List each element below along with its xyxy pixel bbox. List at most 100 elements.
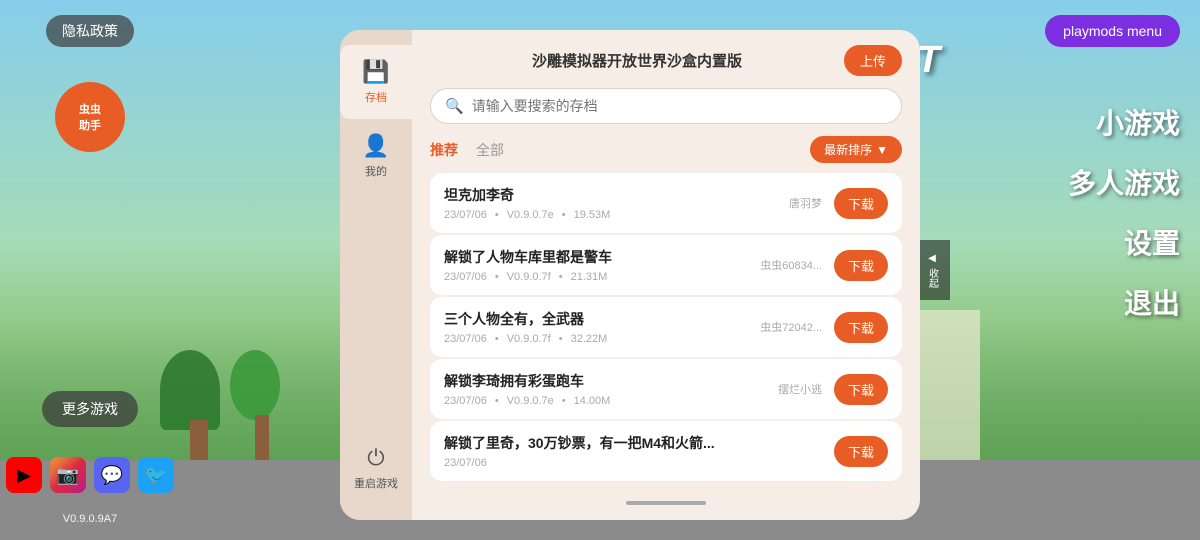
save-name-2: 三个人物全有，全武器 [444, 309, 760, 329]
filter-row: 推荐 全部 最新排序 ▼ [430, 136, 902, 163]
save-name-3: 解锁李琦拥有彩蛋跑车 [444, 371, 778, 391]
user-icon: 👤 [362, 133, 389, 159]
modal-panel: 💾 存档 👤 我的 ⏻ 重启游戏 沙雕模拟器开放世界沙盒内置版 上传 🔍 推荐 … [340, 30, 920, 520]
more-games-button[interactable]: 更多游戏 [42, 391, 138, 427]
save-date-4: 23/07/06 [444, 457, 487, 469]
filter-tab-all[interactable]: 全部 [476, 140, 504, 160]
instagram-icon-symbol: 📷 [57, 465, 79, 486]
modal-main-content: 沙雕模拟器开放世界沙盒内置版 上传 🔍 推荐 全部 最新排序 ▼ 坦克加李奇 [412, 30, 920, 520]
sidebar-item-mine[interactable]: 👤 我的 [340, 119, 412, 193]
sidebar-item-mine-label: 我的 [365, 163, 387, 179]
search-icon: 🔍 [445, 97, 464, 115]
save-item-0[interactable]: 坦克加李奇 23/07/06 • V0.9.0.7e • 19.53M 唐羽梦 … [430, 173, 902, 233]
restart-icon: ⏻ [367, 445, 384, 471]
bug-helper-button[interactable]: 虫虫 助手 [55, 82, 125, 152]
save-dot2-3: • [562, 395, 566, 407]
save-meta-1: 23/07/06 • V0.9.0.7f • 21.31M [444, 271, 760, 283]
social-icons-row: ▶ 📷 💬 🐦 [6, 457, 174, 493]
save-author-3: 摆烂小逃 [778, 381, 822, 397]
search-bar: 🔍 [430, 88, 902, 124]
right-menu-items: 小游戏 多人游戏 设置 退出 [960, 102, 1180, 322]
collapse-icon: ◀ [928, 253, 936, 264]
save-meta-2: 23/07/06 • V0.9.0.7f • 32.22M [444, 333, 760, 345]
save-info-0: 坦克加李奇 23/07/06 • V0.9.0.7e • 19.53M [444, 185, 789, 221]
save-info-1: 解锁了人物车库里都是警车 23/07/06 • V0.9.0.7f • 21.3… [444, 247, 760, 283]
discord-icon[interactable]: 💬 [94, 457, 130, 493]
privacy-button[interactable]: 隐私政策 [46, 15, 134, 47]
menu-item-settings[interactable]: 设置 [1124, 222, 1180, 262]
save-name-1: 解锁了人物车库里都是警车 [444, 247, 760, 267]
youtube-icon[interactable]: ▶ [6, 457, 42, 493]
save-meta-3: 23/07/06 • V0.9.0.7e • 14.00M [444, 395, 778, 407]
discord-icon-symbol: 💬 [101, 465, 123, 486]
tree-decoration2 [230, 350, 280, 420]
save-info-4: 解锁了里奇，30万钞票，有一把M4和火箭... 23/07/06 [444, 433, 834, 469]
filter-tabs: 推荐 全部 [430, 140, 504, 160]
upload-button[interactable]: 上传 [844, 45, 902, 76]
save-size-2: 32.22M [571, 333, 608, 345]
save-item-4[interactable]: 解锁了里奇，30万钞票，有一把M4和火箭... 23/07/06 下载 [430, 421, 902, 481]
version-label: V0.9.0.9A7 [63, 513, 117, 525]
save-dot2-1: • [559, 271, 563, 283]
menu-item-multiplayer[interactable]: 多人游戏 [1068, 162, 1180, 202]
sidebar-item-restart[interactable]: ⏻ 重启游戏 [340, 431, 412, 505]
save-dot2-2: • [559, 333, 563, 345]
collapse-label: 收起 [925, 268, 940, 288]
save-version-0: V0.9.0.7e [507, 209, 554, 221]
save-dot-1: • [495, 271, 499, 283]
sidebar-item-saves[interactable]: 💾 存档 [340, 45, 412, 119]
save-date-1: 23/07/06 [444, 271, 487, 283]
save-dot-3: • [495, 395, 499, 407]
youtube-icon-symbol: ▶ [17, 465, 31, 486]
scroll-indicator [430, 493, 902, 505]
download-button-2[interactable]: 下载 [834, 312, 888, 343]
tree-trunk2 [255, 415, 269, 460]
save-list: 坦克加李奇 23/07/06 • V0.9.0.7e • 19.53M 唐羽梦 … [430, 173, 902, 493]
sort-button[interactable]: 最新排序 ▼ [810, 136, 902, 163]
sidebar-item-saves-label: 存档 [365, 89, 387, 105]
save-date-0: 23/07/06 [444, 209, 487, 221]
save-author-0: 唐羽梦 [789, 195, 822, 211]
bug-helper-line2: 助手 [79, 117, 101, 133]
save-date-2: 23/07/06 [444, 333, 487, 345]
save-dot-0: • [495, 209, 499, 221]
filter-tab-recommended[interactable]: 推荐 [430, 140, 458, 160]
search-input[interactable] [472, 98, 887, 114]
twitter-icon-symbol: 🐦 [145, 465, 167, 486]
save-meta-0: 23/07/06 • V0.9.0.7e • 19.53M [444, 209, 789, 221]
save-size-1: 21.31M [571, 271, 608, 283]
save-size-3: 14.00M [574, 395, 611, 407]
left-panel: 隐私政策 虫虫 助手 更多游戏 ▶ 📷 💬 🐦 V0.9.0.9A7 [0, 0, 180, 540]
bug-helper-line1: 虫虫 [79, 101, 101, 117]
sort-chevron-icon: ▼ [876, 143, 888, 157]
save-info-3: 解锁李琦拥有彩蛋跑车 23/07/06 • V0.9.0.7e • 14.00M [444, 371, 778, 407]
playmods-menu-button[interactable]: playmods menu [1045, 15, 1180, 47]
save-version-2: V0.9.0.7f [507, 333, 551, 345]
download-button-3[interactable]: 下载 [834, 374, 888, 405]
save-author-2: 虫虫72042... [760, 319, 822, 335]
download-button-4[interactable]: 下载 [834, 436, 888, 467]
save-date-3: 23/07/06 [444, 395, 487, 407]
right-menu: playmods menu 小游戏 多人游戏 设置 退出 [940, 0, 1200, 540]
scroll-bar [626, 501, 706, 505]
save-item-2[interactable]: 三个人物全有，全武器 23/07/06 • V0.9.0.7f • 32.22M… [430, 297, 902, 357]
save-version-1: V0.9.0.7f [507, 271, 551, 283]
save-meta-4: 23/07/06 [444, 457, 834, 469]
modal-sidebar: 💾 存档 👤 我的 ⏻ 重启游戏 [340, 30, 412, 520]
modal-title: 沙雕模拟器开放世界沙盒内置版 [430, 50, 844, 71]
save-icon: 💾 [362, 59, 389, 85]
modal-header: 沙雕模拟器开放世界沙盒内置版 上传 [430, 45, 902, 76]
save-name-0: 坦克加李奇 [444, 185, 789, 205]
menu-item-exit[interactable]: 退出 [1124, 282, 1180, 322]
download-button-1[interactable]: 下载 [834, 250, 888, 281]
twitter-icon[interactable]: 🐦 [138, 457, 174, 493]
sort-label: 最新排序 [824, 141, 872, 158]
instagram-icon[interactable]: 📷 [50, 457, 86, 493]
download-button-0[interactable]: 下载 [834, 188, 888, 219]
menu-item-mini-games[interactable]: 小游戏 [1096, 102, 1180, 142]
save-dot2-0: • [562, 209, 566, 221]
tree-trunk [190, 420, 208, 460]
save-item-1[interactable]: 解锁了人物车库里都是警车 23/07/06 • V0.9.0.7f • 21.3… [430, 235, 902, 295]
save-item-3[interactable]: 解锁李琦拥有彩蛋跑车 23/07/06 • V0.9.0.7e • 14.00M… [430, 359, 902, 419]
save-dot-2: • [495, 333, 499, 345]
